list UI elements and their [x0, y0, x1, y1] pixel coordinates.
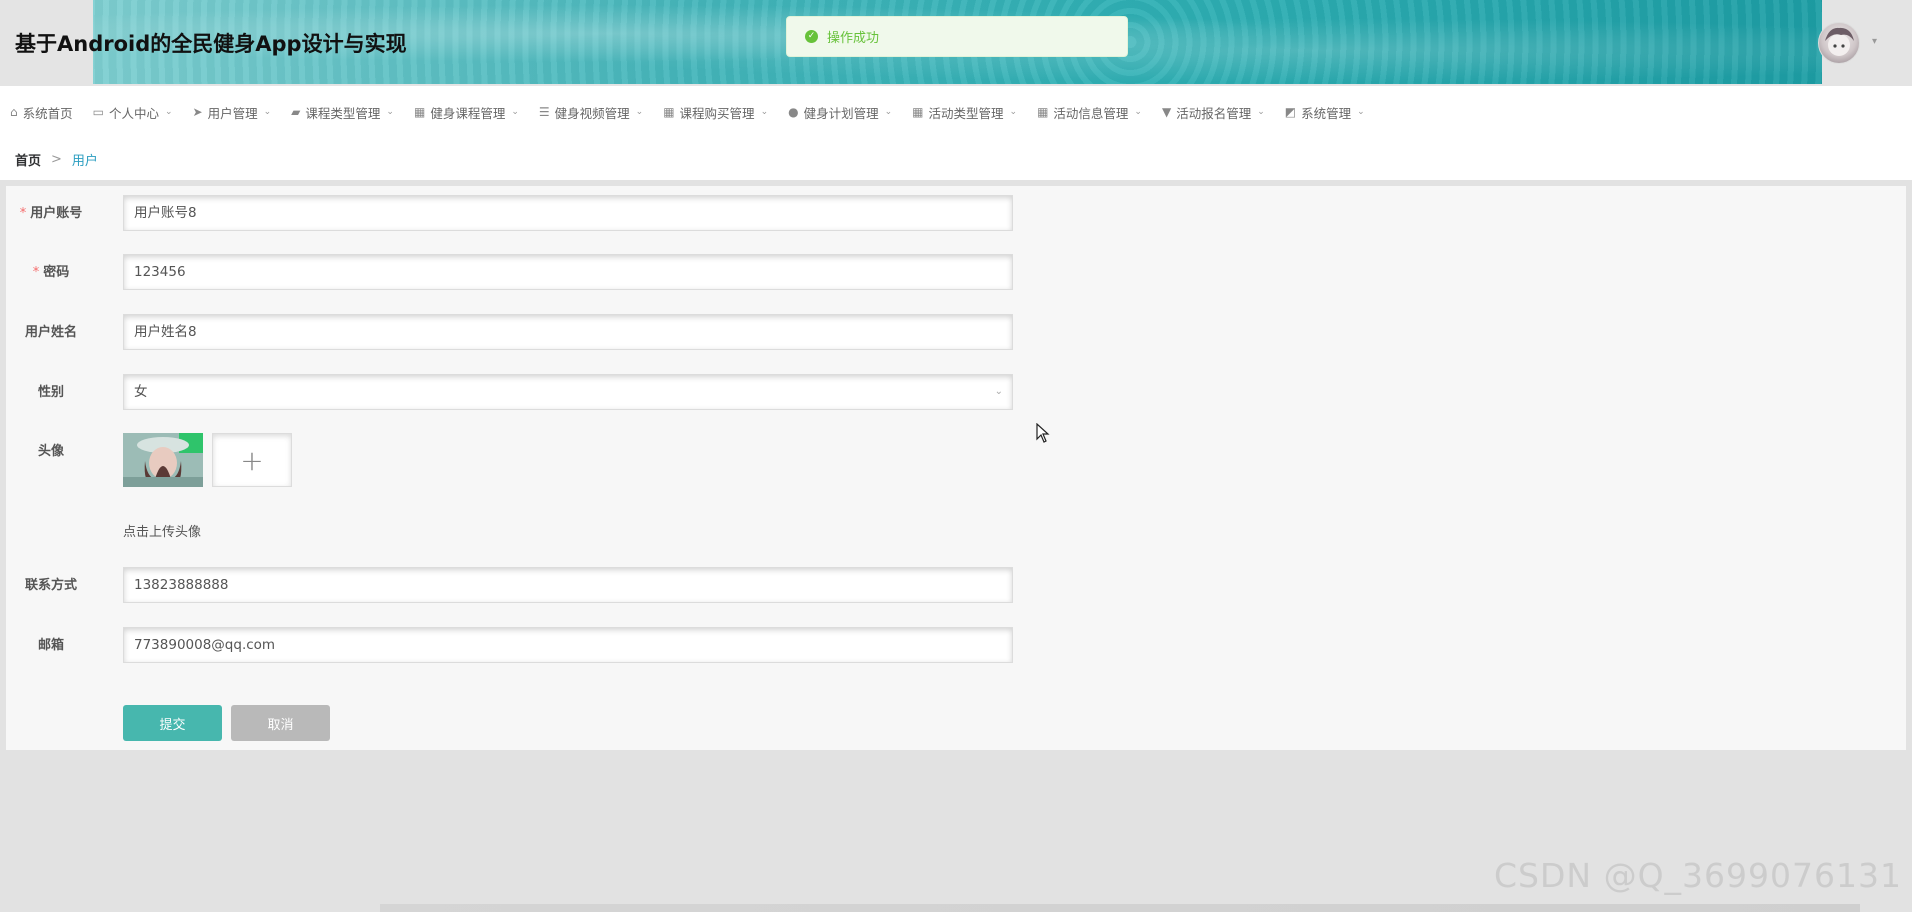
account-label-text: 用户账号	[30, 206, 83, 221]
required-mark: *	[19, 206, 27, 221]
nav-item-fitness-plan-management[interactable]: ● 健身计划管理 ⌄	[778, 86, 902, 138]
nav-item-label: 个人中心	[108, 105, 159, 121]
chevron-down-icon: ⌄	[635, 107, 644, 117]
avatar-illustration	[1825, 27, 1854, 56]
avatar-upload-hint: 点击上传头像	[123, 525, 202, 540]
chevron-down-icon: ⌄	[1357, 107, 1365, 117]
nav-item-fitness-video-management[interactable]: ☰ 健身视频管理 ⌄	[529, 86, 653, 138]
header: 基于Android的全民健身App设计与实现 ✓ 操作成功 ▾	[0, 0, 1912, 86]
phone-label: 联系方式	[24, 578, 77, 593]
plus-icon: +	[240, 443, 264, 477]
card-icon: ▭	[92, 105, 104, 119]
chevron-down-icon: ⌄	[386, 107, 394, 117]
breadcrumb: 首页 > 用户	[0, 138, 1912, 180]
password-input[interactable]: 123456	[123, 254, 1013, 290]
home-icon: ⌂	[10, 105, 18, 119]
avatar-upload-button[interactable]: +	[212, 433, 292, 487]
required-mark: *	[32, 265, 40, 280]
nav-item-course-type-management[interactable]: ▰ 课程类型管理 ⌄	[281, 86, 404, 138]
submit-button[interactable]: 提交	[123, 705, 222, 741]
nav-item-label: 活动报名管理	[1176, 105, 1252, 121]
chevron-down-icon: ⌄	[994, 386, 1003, 397]
nav-item-label: 健身视频管理	[554, 105, 630, 121]
grid-icon: ▦	[912, 105, 924, 119]
avatar-label: 头像	[37, 444, 64, 459]
nav-item-label: 课程购买管理	[679, 105, 755, 121]
nav-item-label: 课程类型管理	[305, 105, 381, 121]
nav-item-activity-info-management[interactable]: ▦ 活动信息管理 ⌄	[1027, 86, 1152, 138]
account-label: * 用户账号	[6, 195, 96, 233]
chevron-down-icon: ⌄	[511, 107, 519, 117]
phone-input[interactable]: 13823888888	[123, 567, 1013, 603]
chevron-down-icon: ⌄	[884, 107, 893, 117]
nav-item-label: 系统管理	[1301, 105, 1352, 121]
cancel-button[interactable]: 取消	[231, 705, 330, 741]
form-row-password: * 密码 123456	[6, 254, 1906, 292]
toast-message: 操作成功	[827, 31, 880, 46]
chevron-down-icon: ⌄	[1009, 107, 1018, 117]
password-label-text: 密码	[43, 265, 70, 280]
name-label: 用户姓名	[24, 325, 77, 340]
form-row-phone: 联系方式 13823888888	[6, 567, 1906, 605]
list-icon: ☰	[538, 105, 550, 119]
gender-select[interactable]: 女 ⌄	[123, 374, 1013, 410]
nav-item-home[interactable]: ⌂ 系统首页	[0, 86, 83, 138]
nav-item-fitness-course-management[interactable]: ▦ 健身课程管理 ⌄	[404, 86, 529, 138]
chevron-down-icon: ⌄	[165, 107, 173, 117]
check-circle-icon: ✓	[805, 30, 818, 43]
avatar-thumbnail[interactable]	[123, 433, 203, 487]
chart-icon: ◩	[1284, 105, 1297, 119]
form-actions: 提交 取消	[6, 705, 1906, 743]
gender-label: 性别	[37, 385, 64, 400]
nav-item-personal-center[interactable]: ▭ 个人中心 ⌄	[83, 86, 183, 138]
email-input[interactable]: 773890008@qq.com	[123, 627, 1013, 663]
breadcrumb-separator: >	[51, 151, 62, 167]
nav-item-label: 活动信息管理	[1053, 105, 1129, 121]
form-row-account: * 用户账号 用户账号8	[6, 195, 1906, 233]
breadcrumb-home[interactable]: 首页	[15, 150, 41, 169]
nav-item-label: 系统首页	[22, 105, 73, 121]
nav-item-course-purchase-management[interactable]: ▦ 课程购买管理 ⌄	[653, 86, 778, 138]
avatar-dropdown-caret-icon[interactable]: ▾	[1872, 36, 1877, 47]
account-input[interactable]: 用户账号8	[123, 195, 1013, 231]
csdn-watermark: CSDN @Q_3699076131	[1494, 856, 1903, 895]
app-title: 基于Android的全民健身App设计与实现	[15, 32, 407, 56]
nav-item-label: 健身计划管理	[803, 105, 879, 121]
form-row-name: 用户姓名 用户姓名8	[6, 314, 1906, 352]
form-row-email: 邮箱 773890008@qq.com	[6, 627, 1906, 665]
mouse-cursor-icon	[1036, 422, 1050, 447]
nav-item-label: 用户管理	[207, 105, 258, 121]
form-row-gender: 性别 女 ⌄	[6, 374, 1906, 412]
user-form-card: * 用户账号 用户账号8 * 密码 123456 用户姓名 用户姓名8 性别 女 ⌄…	[6, 186, 1906, 750]
chevron-down-icon: ⌄	[1257, 107, 1265, 117]
password-label: * 密码	[6, 254, 96, 292]
thumb-up-icon: ▰	[291, 105, 301, 119]
avatar-photo-image	[123, 433, 203, 487]
nav-item-label: 健身课程管理	[430, 105, 506, 121]
form-row-avatar: 头像 +	[6, 433, 1906, 489]
user-avatar[interactable]	[1818, 22, 1860, 64]
pin-icon: ▼	[1161, 105, 1172, 119]
top-nav: ⌂ 系统首页 ▭ 个人中心 ⌄ ➤ 用户管理 ⌄ ▰ 课程类型管理 ⌄ ▦ 健身…	[0, 86, 1912, 138]
user-icon: ●	[788, 105, 799, 119]
bottom-scroll-strip	[380, 904, 1860, 912]
nav-item-label: 活动类型管理	[928, 105, 1004, 121]
chevron-down-icon: ⌄	[760, 107, 769, 117]
breadcrumb-current: 用户	[71, 153, 98, 169]
nav-item-activity-signup-management[interactable]: ▼ 活动报名管理 ⌄	[1152, 86, 1275, 138]
success-toast: ✓ 操作成功	[786, 16, 1128, 57]
grid-icon: ▦	[663, 105, 675, 119]
name-input[interactable]: 用户姓名8	[123, 314, 1013, 350]
chevron-down-icon: ⌄	[1134, 107, 1142, 117]
grid-icon: ▦	[413, 105, 426, 119]
grid-icon: ▦	[1037, 105, 1049, 119]
gender-selected-value: 女	[134, 384, 148, 400]
chevron-down-icon: ⌄	[263, 107, 272, 117]
email-label: 邮箱	[37, 638, 64, 653]
nav-item-user-management[interactable]: ➤ 用户管理 ⌄	[183, 86, 282, 138]
nav-item-system-management[interactable]: ◩ 系统管理 ⌄	[1275, 86, 1375, 138]
send-icon: ➤	[192, 105, 203, 119]
nav-item-activity-type-management[interactable]: ▦ 活动类型管理 ⌄	[902, 86, 1027, 138]
